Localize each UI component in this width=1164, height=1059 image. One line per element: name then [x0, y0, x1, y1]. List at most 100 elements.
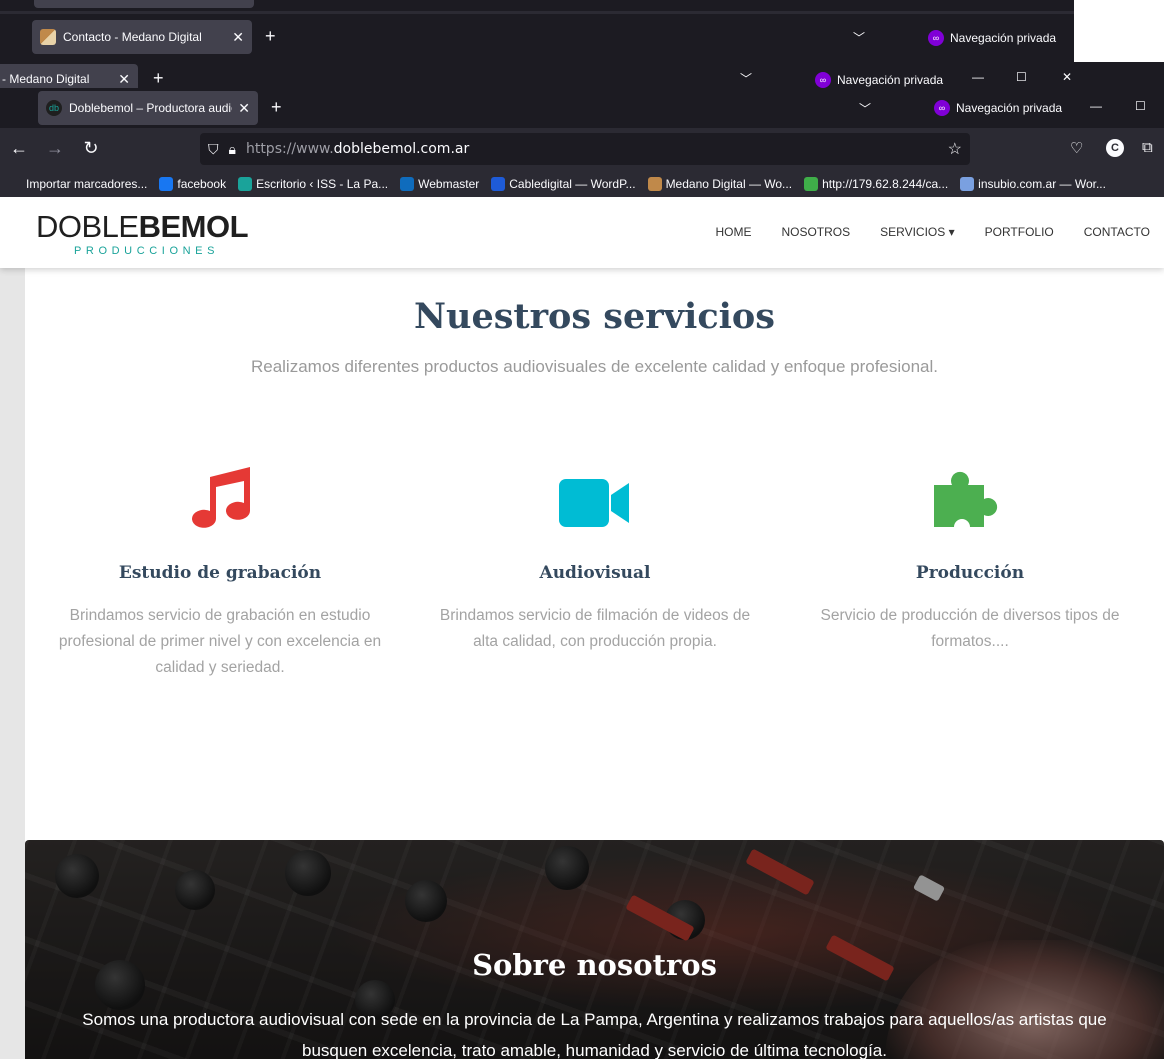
- minimize-icon[interactable]: —: [1090, 99, 1102, 113]
- service-text: Servicio de producción de diversos tipos…: [820, 607, 1120, 650]
- maximize-icon[interactable]: ☐: [1135, 99, 1146, 113]
- new-tab-icon[interactable]: +: [271, 97, 282, 118]
- doblebemol-favicon-icon: db: [46, 100, 62, 116]
- lock-icon[interactable]: 🔒︎: [229, 141, 236, 158]
- puzzle-icon: [795, 463, 1145, 529]
- bookmark-label: Importar marcadores...: [26, 176, 148, 191]
- menu-item-portfolio[interactable]: PORTFOLIO: [985, 225, 1054, 239]
- private-label: Navegación privada: [950, 31, 1057, 45]
- menu-item-servicios[interactable]: SERVICIOS ▾: [880, 225, 955, 239]
- bookmark-label: Webmaster: [418, 176, 480, 191]
- menu-item-contacto[interactable]: CONTACTO: [1084, 225, 1150, 239]
- maximize-icon[interactable]: ☐: [1016, 70, 1027, 84]
- tab-title: Doblebemol – Productora audiovisual: [69, 101, 232, 115]
- url-domain: doblebemol.com.ar: [333, 141, 470, 157]
- bookmark-label: insubio.com.ar — Wor...: [978, 176, 1106, 191]
- url-prefix: https://www.: [245, 141, 334, 157]
- background-window-2: Contacto - Medano Digital ✕ + ﹀ ∞ Navega…: [0, 14, 1074, 62]
- navigation-toolbar: ← → ↻ ⛉ 🔒︎ https://www.doblebemol.com.ar…: [0, 128, 1164, 170]
- about-title: Sobre nosotros: [472, 948, 717, 982]
- chevron-down-icon[interactable]: ﹀: [740, 70, 752, 87]
- bookmark-item[interactable]: Escritorio ‹ ISS - La Pa...: [238, 176, 389, 191]
- menu-item-home[interactable]: HOME: [715, 225, 751, 239]
- services-subtitle: Realizamos diferentes productos audiovis…: [250, 357, 939, 376]
- background-tab-medano[interactable]: - Medano Digital ✕: [0, 64, 138, 88]
- services-title: Nuestros servicios: [414, 296, 775, 337]
- bookmark-label: http://179.62.8.244/ca...: [822, 176, 949, 191]
- background-tab-contacto[interactable]: Contacto - Medano Digital ✕: [32, 20, 252, 54]
- bookmark-label: Escritorio ‹ ISS - La Pa...: [256, 176, 389, 191]
- private-label: Navegación privada: [837, 73, 944, 87]
- active-tab[interactable]: db Doblebemol – Productora audiovisual ✕: [38, 91, 258, 125]
- private-mask-icon: ∞: [928, 30, 944, 46]
- logo-word-doble: DOBLE: [36, 209, 139, 244]
- pocket-icon[interactable]: ♡: [1070, 139, 1083, 157]
- private-label: Navegación privada: [956, 101, 1063, 115]
- tab-bar: db Doblebemol – Productora audiovisual ✕…: [0, 88, 1164, 128]
- private-browsing-indicator: ∞ Navegación privada: [815, 72, 943, 88]
- service-title: Producción: [915, 563, 1025, 583]
- minimize-icon[interactable]: —: [972, 70, 984, 84]
- insubio-icon: [960, 176, 975, 191]
- private-browsing-indicator: ∞ Navegación privada: [934, 100, 1062, 116]
- chevron-down-icon[interactable]: ﹀: [853, 29, 865, 46]
- logo-word-bemol: BEMOL: [138, 209, 249, 244]
- private-mask-icon: ∞: [815, 72, 831, 88]
- bookmark-star-icon[interactable]: ☆: [948, 139, 962, 159]
- bookmark-item[interactable]: http://179.62.8.244/ca...: [804, 176, 949, 191]
- service-title: Audiovisual: [539, 563, 651, 583]
- menu-item-nosotros[interactable]: NOSOTROS: [781, 225, 850, 239]
- about-text: Somos una productora audiovisual con sed…: [82, 1010, 1107, 1059]
- tab-title: Contacto - Medano Digital: [63, 30, 202, 44]
- service-audiovisual: Audiovisual Brindamos servicio de filmac…: [420, 463, 770, 655]
- video-camera-icon: [420, 463, 770, 529]
- music-note-icon: [45, 463, 395, 529]
- bookmarks-toolbar: Importar marcadores... facebook Escritorio…: [0, 170, 1164, 197]
- account-avatar[interactable]: C: [1106, 139, 1124, 157]
- private-mask-icon: ∞: [934, 100, 950, 116]
- extensions-icon[interactable]: ⧉: [1142, 139, 1153, 156]
- web-page: DOBLEBEMOL PRODUCCIONES HOME NOSOTROS SERV…: [0, 197, 1164, 1059]
- site-logo[interactable]: DOBLEBEMOL PRODUCCIONES: [36, 209, 249, 257]
- back-arrow-icon[interactable]: ←: [7, 138, 31, 159]
- service-text: Brindamos servicio de filmación de video…: [439, 607, 751, 650]
- bookmark-label: Cabledigital — WordP...: [509, 176, 636, 191]
- background-window-3: - Medano Digital ✕ + ﹀ ∞ Navegación priv…: [0, 62, 1164, 88]
- bookmark-item[interactable]: Webmaster: [400, 176, 480, 191]
- reload-icon[interactable]: ↻: [79, 138, 103, 159]
- address-bar[interactable]: ⛉ 🔒︎ https://www.doblebemol.com.ar ☆: [200, 133, 970, 165]
- close-tab-icon[interactable]: ✕: [232, 29, 244, 46]
- background-window-strip: [0, 0, 1074, 14]
- close-tab-icon[interactable]: ✕: [118, 71, 130, 88]
- shield-icon[interactable]: ⛉: [208, 141, 219, 158]
- leaf-icon: [804, 176, 819, 191]
- new-tab-icon[interactable]: +: [265, 26, 276, 47]
- chevron-down-icon[interactable]: ﹀: [859, 100, 871, 117]
- logo-subtitle: PRODUCCIONES: [74, 245, 220, 257]
- page-left-gutter: [0, 268, 25, 1059]
- bookmark-item[interactable]: insubio.com.ar — Wor...: [960, 176, 1106, 191]
- bookmark-item[interactable]: Medano Digital — Wo...: [647, 176, 793, 191]
- main-content: Nuestros servicios Realizamos diferentes…: [25, 268, 1164, 1059]
- private-browsing-indicator: ∞ Navegación privada: [928, 30, 1056, 46]
- url-text[interactable]: https://www.doblebemol.com.ar: [246, 141, 469, 157]
- service-text: Brindamos servicio de grabación en estud…: [58, 607, 382, 676]
- cabledigital-icon: [491, 176, 506, 191]
- bookmark-item[interactable]: Importar marcadores...: [8, 176, 148, 191]
- bookmark-label: Medano Digital — Wo...: [665, 176, 793, 191]
- service-estudio: Estudio de grabación Brindamos servicio …: [45, 463, 395, 681]
- new-tab-icon[interactable]: +: [153, 68, 164, 88]
- import-icon: [8, 176, 22, 191]
- background-tab-stub[interactable]: [34, 0, 254, 8]
- forward-arrow-icon[interactable]: →: [43, 138, 67, 159]
- site-header: DOBLEBEMOL PRODUCCIONES HOME NOSOTROS SERV…: [0, 197, 1164, 268]
- about-section: Sobre nosotros Somos una productora audi…: [25, 840, 1164, 1059]
- bookmark-item[interactable]: facebook: [159, 176, 226, 191]
- bookmark-item[interactable]: Cabledigital — WordP...: [491, 176, 636, 191]
- close-tab-icon[interactable]: ✕: [238, 100, 250, 117]
- close-window-icon[interactable]: ✕: [1062, 70, 1072, 84]
- medano-icon: [647, 176, 662, 191]
- outlook-icon: [400, 176, 415, 191]
- iss-icon: [238, 176, 253, 191]
- medano-favicon-icon: [40, 29, 56, 45]
